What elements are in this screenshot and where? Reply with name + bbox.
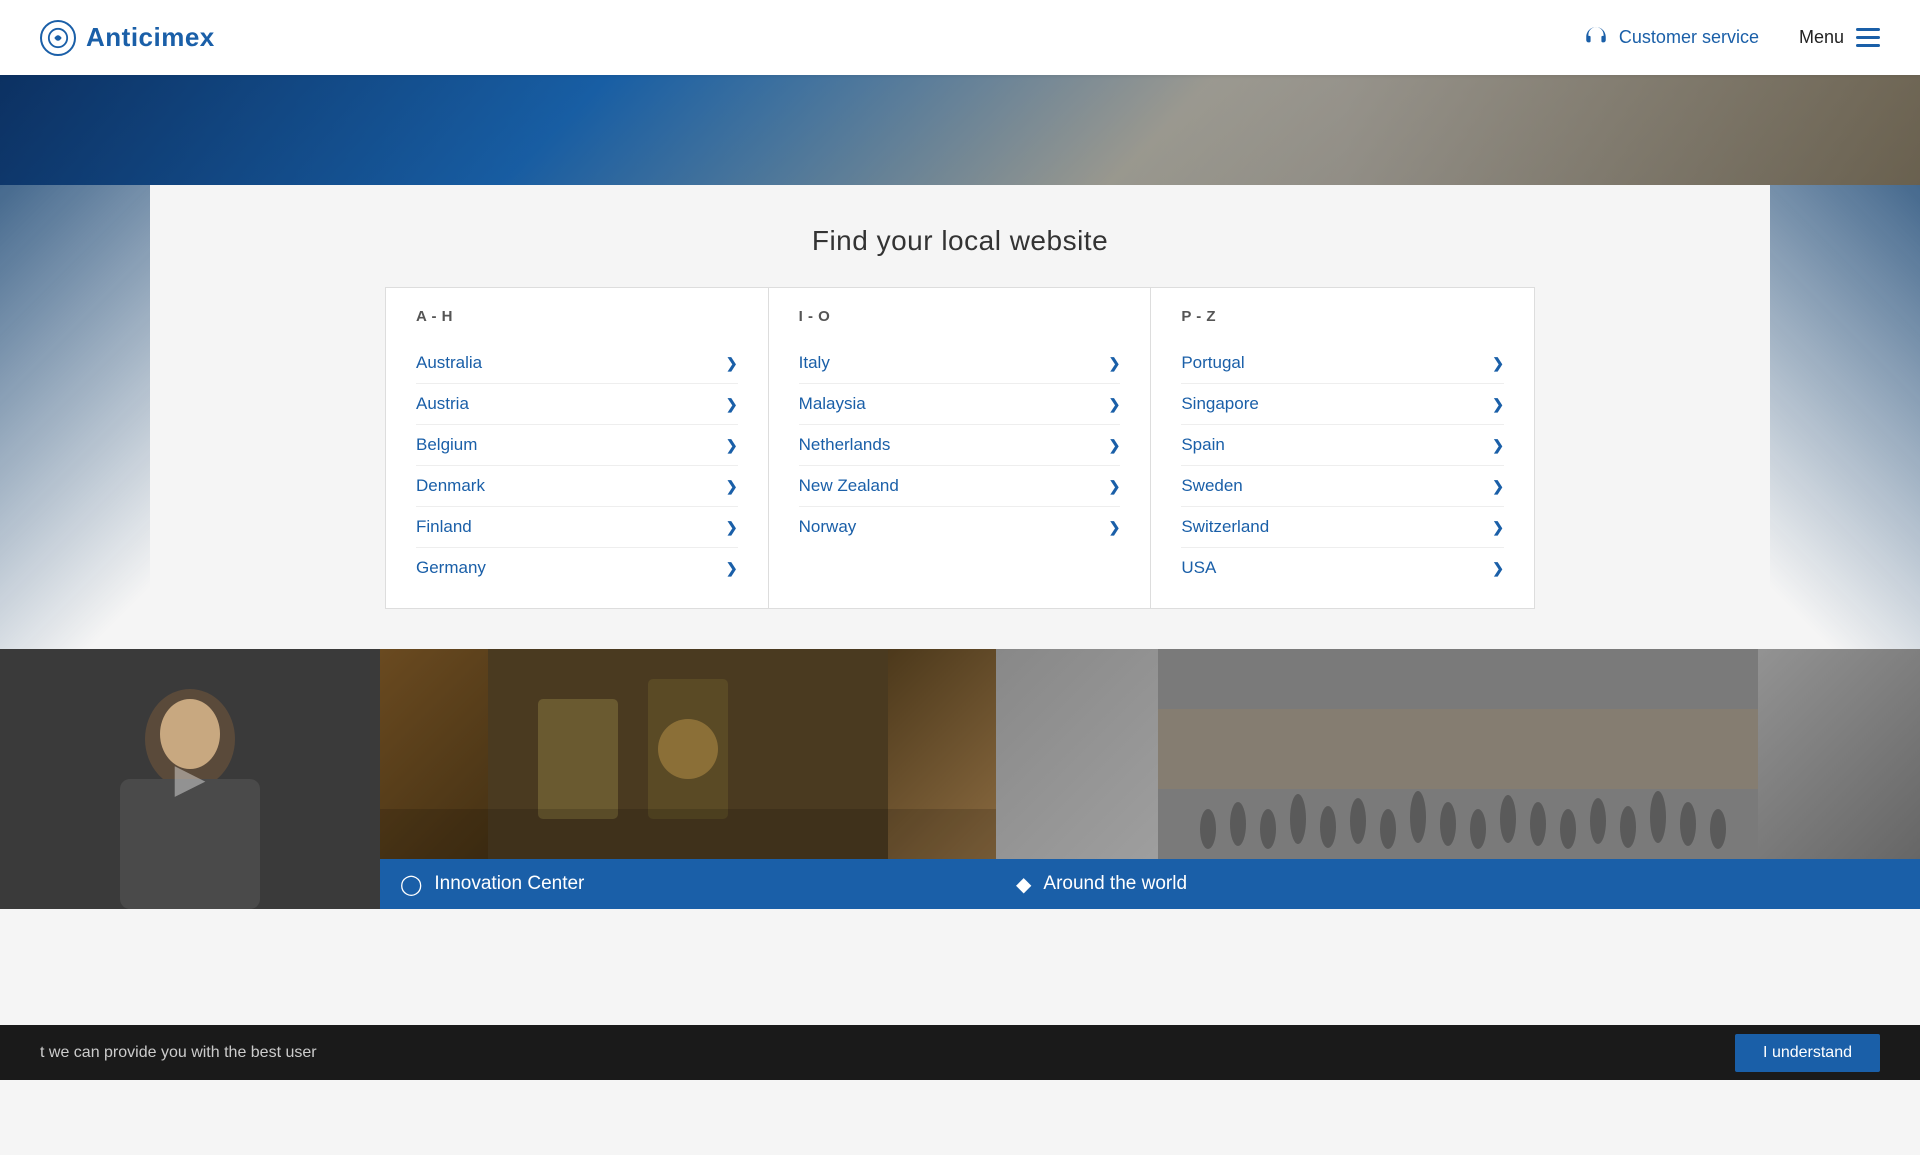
column-i-o: I - O Italy ❯ Malaysia ❯ Netherlands ❯ N… bbox=[769, 288, 1152, 608]
chevron-right-icon: ❯ bbox=[1492, 519, 1504, 536]
chevron-right-icon: ❯ bbox=[1492, 437, 1504, 454]
country-name: Malaysia bbox=[799, 394, 866, 414]
column-header-pz: P - Z bbox=[1181, 308, 1504, 325]
chevron-right-icon: ❯ bbox=[1492, 478, 1504, 495]
country-name: Sweden bbox=[1181, 476, 1242, 496]
country-name: New Zealand bbox=[799, 476, 899, 496]
section-title: Find your local website bbox=[20, 225, 1900, 257]
main-header: Anticimex Customer service Menu bbox=[0, 0, 1920, 75]
country-portugal[interactable]: Portugal ❯ bbox=[1181, 343, 1504, 384]
innovation-card[interactable]: ◯ Innovation Center bbox=[380, 649, 996, 909]
country-finland[interactable]: Finland ❯ bbox=[416, 507, 738, 548]
country-name: Portugal bbox=[1181, 353, 1244, 373]
cookie-accept-button[interactable]: I understand bbox=[1735, 1034, 1880, 1072]
customer-service-label: Customer service bbox=[1619, 27, 1759, 48]
bottom-cards: ◯ Innovation Center bbox=[0, 649, 1920, 909]
chevron-right-icon: ❯ bbox=[726, 355, 738, 372]
world-card[interactable]: ◆ Around the world bbox=[996, 649, 1920, 909]
country-name: Australia bbox=[416, 353, 482, 373]
menu-button[interactable]: Menu bbox=[1799, 27, 1880, 48]
cookie-bar: t we can provide you with the best user … bbox=[0, 1025, 1920, 1080]
chevron-right-icon: ❯ bbox=[1109, 437, 1121, 454]
country-denmark[interactable]: Denmark ❯ bbox=[416, 466, 738, 507]
country-australia[interactable]: Australia ❯ bbox=[416, 343, 738, 384]
country-name: Belgium bbox=[416, 435, 477, 455]
logo-icon bbox=[40, 20, 76, 56]
column-a-h: A - H Australia ❯ Austria ❯ Belgium ❯ De… bbox=[386, 288, 769, 608]
country-switzerland[interactable]: Switzerland ❯ bbox=[1181, 507, 1504, 548]
innovation-label-text: Innovation Center bbox=[434, 873, 584, 895]
header-right: Customer service Menu bbox=[1583, 25, 1880, 51]
headset-icon bbox=[1583, 25, 1609, 51]
country-name: Austria bbox=[416, 394, 469, 414]
person-silhouette bbox=[0, 649, 380, 909]
country-name: Italy bbox=[799, 353, 830, 373]
country-singapore[interactable]: Singapore ❯ bbox=[1181, 384, 1504, 425]
customer-service-button[interactable]: Customer service bbox=[1583, 25, 1759, 51]
country-name: USA bbox=[1181, 558, 1216, 578]
chevron-right-icon: ❯ bbox=[726, 396, 738, 413]
innovation-bg-svg bbox=[380, 649, 996, 859]
country-usa[interactable]: USA ❯ bbox=[1181, 548, 1504, 588]
country-grid: A - H Australia ❯ Austria ❯ Belgium ❯ De… bbox=[385, 287, 1535, 609]
hero-overlay bbox=[0, 75, 1920, 185]
country-malaysia[interactable]: Malaysia ❯ bbox=[799, 384, 1121, 425]
cookie-text: t we can provide you with the best user bbox=[40, 1044, 317, 1062]
innovation-image bbox=[380, 649, 996, 859]
chevron-right-icon: ❯ bbox=[1492, 560, 1504, 577]
country-germany[interactable]: Germany ❯ bbox=[416, 548, 738, 588]
country-name: Switzerland bbox=[1181, 517, 1269, 537]
country-name: Germany bbox=[416, 558, 486, 578]
column-header-ah: A - H bbox=[416, 308, 738, 325]
chevron-right-icon: ❯ bbox=[1109, 355, 1121, 372]
country-name: Singapore bbox=[1181, 394, 1259, 414]
country-name: Norway bbox=[799, 517, 857, 537]
country-new-zealand[interactable]: New Zealand ❯ bbox=[799, 466, 1121, 507]
world-label-text: Around the world bbox=[1043, 873, 1187, 895]
hamburger-icon bbox=[1856, 28, 1880, 47]
chevron-right-icon: ❯ bbox=[1492, 355, 1504, 372]
country-austria[interactable]: Austria ❯ bbox=[416, 384, 738, 425]
chevron-right-icon: ❯ bbox=[1109, 519, 1121, 536]
world-label-bar: ◆ Around the world bbox=[996, 859, 1920, 909]
innovation-label-bar: ◯ Innovation Center bbox=[380, 859, 996, 909]
chevron-right-icon: ❯ bbox=[1109, 396, 1121, 413]
logo-text: Anticimex bbox=[86, 22, 215, 53]
country-name: Spain bbox=[1181, 435, 1224, 455]
world-image bbox=[996, 649, 1920, 859]
menu-label: Menu bbox=[1799, 27, 1844, 48]
chevron-right-icon: ❯ bbox=[1492, 396, 1504, 413]
country-norway[interactable]: Norway ❯ bbox=[799, 507, 1121, 547]
world-bg-svg bbox=[996, 649, 1920, 859]
chevron-right-icon: ❯ bbox=[726, 478, 738, 495]
chevron-right-icon: ❯ bbox=[726, 519, 738, 536]
country-italy[interactable]: Italy ❯ bbox=[799, 343, 1121, 384]
chevron-right-icon: ❯ bbox=[1109, 478, 1121, 495]
video-card[interactable] bbox=[0, 649, 380, 909]
video-person bbox=[0, 649, 380, 909]
country-sweden[interactable]: Sweden ❯ bbox=[1181, 466, 1504, 507]
country-spain[interactable]: Spain ❯ bbox=[1181, 425, 1504, 466]
country-netherlands[interactable]: Netherlands ❯ bbox=[799, 425, 1121, 466]
column-p-z: P - Z Portugal ❯ Singapore ❯ Spain ❯ Swe… bbox=[1151, 288, 1534, 608]
world-globe-icon: ◆ bbox=[1016, 872, 1031, 897]
country-name: Denmark bbox=[416, 476, 485, 496]
hero-banner bbox=[0, 75, 1920, 185]
innovation-icon: ◯ bbox=[400, 872, 422, 897]
country-name: Netherlands bbox=[799, 435, 891, 455]
chevron-right-icon: ❯ bbox=[726, 437, 738, 454]
country-belgium[interactable]: Belgium ❯ bbox=[416, 425, 738, 466]
logo[interactable]: Anticimex bbox=[40, 20, 215, 56]
country-name: Finland bbox=[416, 517, 472, 537]
chevron-right-icon: ❯ bbox=[726, 560, 738, 577]
main-content: Find your local website A - H Australia … bbox=[0, 185, 1920, 609]
column-header-io: I - O bbox=[799, 308, 1121, 325]
